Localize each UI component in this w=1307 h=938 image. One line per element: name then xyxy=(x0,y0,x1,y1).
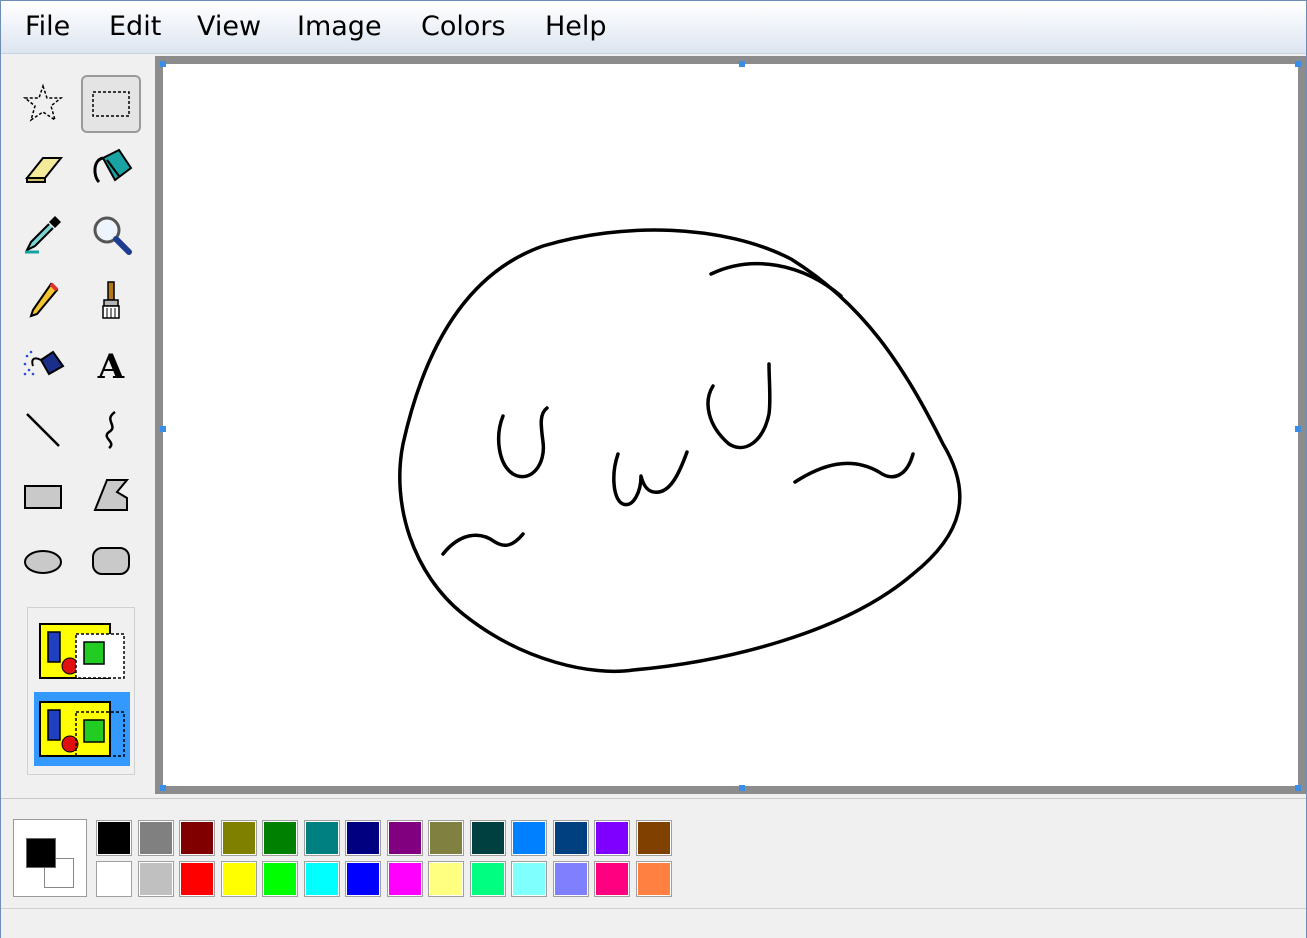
color-swatch-top-7[interactable] xyxy=(345,820,381,856)
tool-polygon[interactable] xyxy=(81,467,141,525)
opaque-selection-option[interactable] xyxy=(34,614,130,688)
color-swatch-bottom-6[interactable] xyxy=(304,861,340,897)
brush-icon xyxy=(102,281,120,319)
magnifier-icon xyxy=(93,216,132,255)
tool-options xyxy=(27,607,135,775)
transparent-selection-icon xyxy=(39,701,125,757)
text-icon: A xyxy=(97,347,125,386)
tool-eraser[interactable] xyxy=(13,139,73,197)
resize-handle-bottom-right[interactable] xyxy=(1295,785,1301,791)
airbrush-icon xyxy=(23,350,65,376)
free-form-select-icon xyxy=(22,83,64,122)
drawing-strokes xyxy=(398,228,962,674)
resize-handle-top[interactable] xyxy=(739,61,745,67)
resize-handle-bottom-left[interactable] xyxy=(160,785,166,791)
resize-handle-bottom[interactable] xyxy=(739,785,745,791)
color-swatch-bottom-7[interactable] xyxy=(345,861,381,897)
color-swatch-top-4[interactable] xyxy=(221,820,257,856)
rect-select-icon xyxy=(92,91,130,117)
status-bar xyxy=(1,908,1306,938)
tool-free-form-select[interactable] xyxy=(13,75,73,133)
color-swatch-top-10[interactable] xyxy=(470,820,506,856)
tool-ellipse[interactable] xyxy=(13,531,73,589)
color-swatch-bottom-10[interactable] xyxy=(470,861,506,897)
tool-fill[interactable] xyxy=(81,139,141,197)
color-swatch-top-14[interactable] xyxy=(636,820,672,856)
color-swatch-top-13[interactable] xyxy=(594,820,630,856)
color-swatch-top-8[interactable] xyxy=(387,820,423,856)
head-outline-stroke xyxy=(398,228,962,674)
color-swatch-bottom-8[interactable] xyxy=(387,861,423,897)
rounded-rectangle-icon xyxy=(92,547,130,575)
color-swatch-top-5[interactable] xyxy=(262,820,298,856)
color-swatch-bottom-11[interactable] xyxy=(511,861,547,897)
foreground-color-swatch[interactable] xyxy=(26,838,56,868)
color-swatch-top-1[interactable] xyxy=(96,820,132,856)
line-icon xyxy=(26,413,60,447)
color-swatch-top-12[interactable] xyxy=(553,820,589,856)
left-eye-stroke xyxy=(496,406,549,479)
tool-curve[interactable] xyxy=(81,401,141,459)
current-colors xyxy=(13,819,87,897)
tool-pick-color[interactable] xyxy=(13,205,73,263)
resize-handle-left[interactable] xyxy=(160,426,166,432)
tool-line[interactable] xyxy=(13,401,73,459)
tool-magnifier[interactable] xyxy=(81,205,141,263)
eyedropper-icon xyxy=(24,216,61,254)
color-swatch-bottom-4[interactable] xyxy=(221,861,257,897)
tool-brush[interactable] xyxy=(81,271,141,329)
right-eye-stroke xyxy=(706,362,772,450)
toolbox: A xyxy=(9,61,156,791)
menu-view[interactable]: View xyxy=(195,11,263,43)
color-swatch-bottom-5[interactable] xyxy=(262,861,298,897)
tool-select[interactable] xyxy=(81,75,141,133)
polygon-icon xyxy=(93,479,130,511)
fill-bucket-icon xyxy=(93,148,133,184)
menu-colors[interactable]: Colors xyxy=(419,11,508,43)
color-swatch-top-2[interactable] xyxy=(138,820,174,856)
tool-airbrush[interactable] xyxy=(13,335,73,393)
color-swatch-top-11[interactable] xyxy=(511,820,547,856)
color-swatch-bottom-14[interactable] xyxy=(636,861,672,897)
color-swatch-top-3[interactable] xyxy=(179,820,215,856)
svg-text:A: A xyxy=(97,347,125,386)
menu-help[interactable]: Help xyxy=(543,11,609,43)
menu-image[interactable]: Image xyxy=(295,11,384,43)
right-blush-stroke xyxy=(793,452,915,484)
tool-pencil[interactable] xyxy=(13,271,73,329)
color-swatch-bottom-3[interactable] xyxy=(179,861,215,897)
color-swatch-bottom-13[interactable] xyxy=(594,861,630,897)
color-swatch-bottom-2[interactable] xyxy=(138,861,174,897)
color-swatch-bottom-9[interactable] xyxy=(428,861,464,897)
rectangle-icon xyxy=(24,485,62,509)
left-blush-stroke xyxy=(441,532,525,556)
transparent-selection-option[interactable] xyxy=(34,692,130,766)
pencil-icon xyxy=(29,282,59,318)
resize-handle-top-left[interactable] xyxy=(160,61,166,67)
canvas-area xyxy=(155,56,1306,794)
menu-bar: File Edit View Image Colors Help xyxy=(1,1,1306,54)
curve-icon xyxy=(105,410,116,449)
paint-window: File Edit View Image Colors Help A xyxy=(0,0,1307,938)
tool-text[interactable]: A xyxy=(81,335,141,393)
ellipse-icon xyxy=(24,550,62,574)
color-palette xyxy=(1,798,1306,909)
menu-edit[interactable]: Edit xyxy=(107,11,163,43)
tool-rectangle[interactable] xyxy=(13,467,73,525)
color-swatch-top-9[interactable] xyxy=(428,820,464,856)
eraser-icon xyxy=(24,157,64,183)
color-swatch-bottom-12[interactable] xyxy=(553,861,589,897)
drawing-canvas[interactable] xyxy=(163,64,1298,786)
mouth-stroke xyxy=(612,450,689,507)
color-swatch-top-6[interactable] xyxy=(304,820,340,856)
resize-handle-top-right[interactable] xyxy=(1295,61,1301,67)
opaque-selection-icon xyxy=(39,623,125,679)
tool-rounded-rectangle[interactable] xyxy=(81,531,141,589)
color-swatch-bottom-1[interactable] xyxy=(96,861,132,897)
resize-handle-right[interactable] xyxy=(1295,426,1301,432)
menu-file[interactable]: File xyxy=(23,11,72,43)
